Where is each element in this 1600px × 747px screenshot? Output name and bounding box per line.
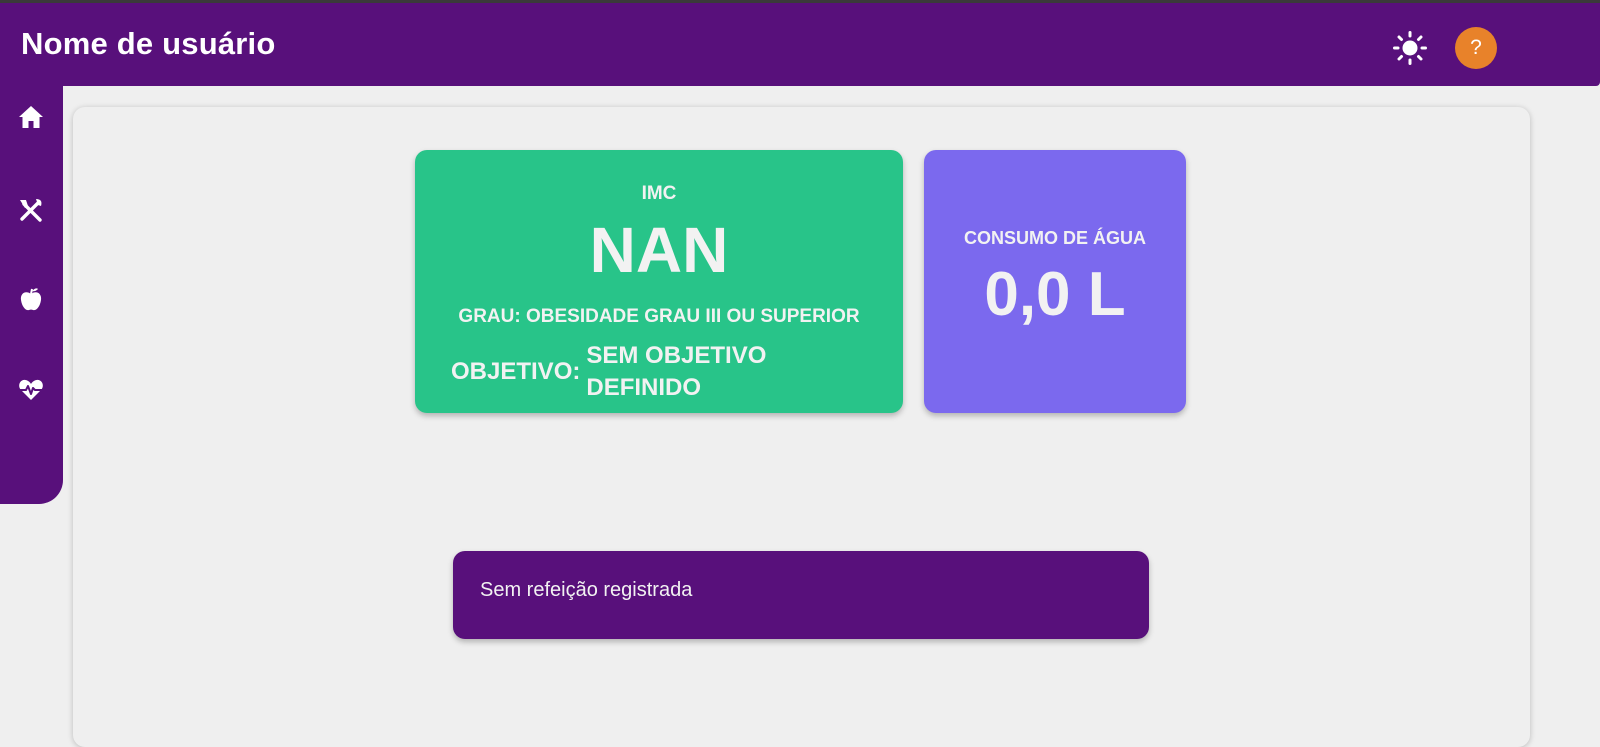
imc-label: IMC (641, 183, 677, 204)
water-value: 0,0 L (984, 260, 1126, 329)
objective-label: OBJETIVO: (451, 358, 581, 385)
utensils-icon (20, 199, 42, 222)
imc-grade: GRAU: OBESIDADE GRAU III OU SUPERIOR (458, 306, 860, 327)
theme-toggle-button[interactable] (1392, 30, 1428, 66)
sidebar (0, 86, 63, 504)
objective-row: OBJETIVO: SEM OBJETIVO DEFINIDO (451, 340, 806, 404)
heart-pulse-icon (19, 379, 43, 400)
sidebar-item-foods[interactable] (14, 282, 48, 316)
no-meals-message: Sem refeição registrada (480, 579, 693, 601)
sidebar-item-meals[interactable] (14, 193, 48, 227)
sidebar-item-health[interactable] (14, 373, 48, 407)
objective-value: SEM OBJETIVO DEFINIDO (586, 342, 767, 401)
help-button[interactable]: ? (1455, 27, 1497, 69)
page-title: Nome de usuário (21, 26, 276, 61)
water-label: CONSUMO DE ÁGUA (963, 228, 1146, 248)
imc-card: IMC NAN GRAU: OBESIDADE GRAU III OU SUPE… (415, 150, 903, 413)
meals-card: Sem refeição registrada (453, 551, 1149, 639)
apple-icon (20, 288, 42, 311)
app-header: Nome de usuário ? (0, 3, 1600, 86)
sidebar-item-home[interactable] (14, 100, 48, 134)
home-icon (19, 106, 43, 128)
sun-icon (1393, 31, 1427, 65)
water-card: CONSUMO DE ÁGUA 0,0 L (924, 150, 1186, 413)
imc-value: NAN (589, 214, 729, 286)
